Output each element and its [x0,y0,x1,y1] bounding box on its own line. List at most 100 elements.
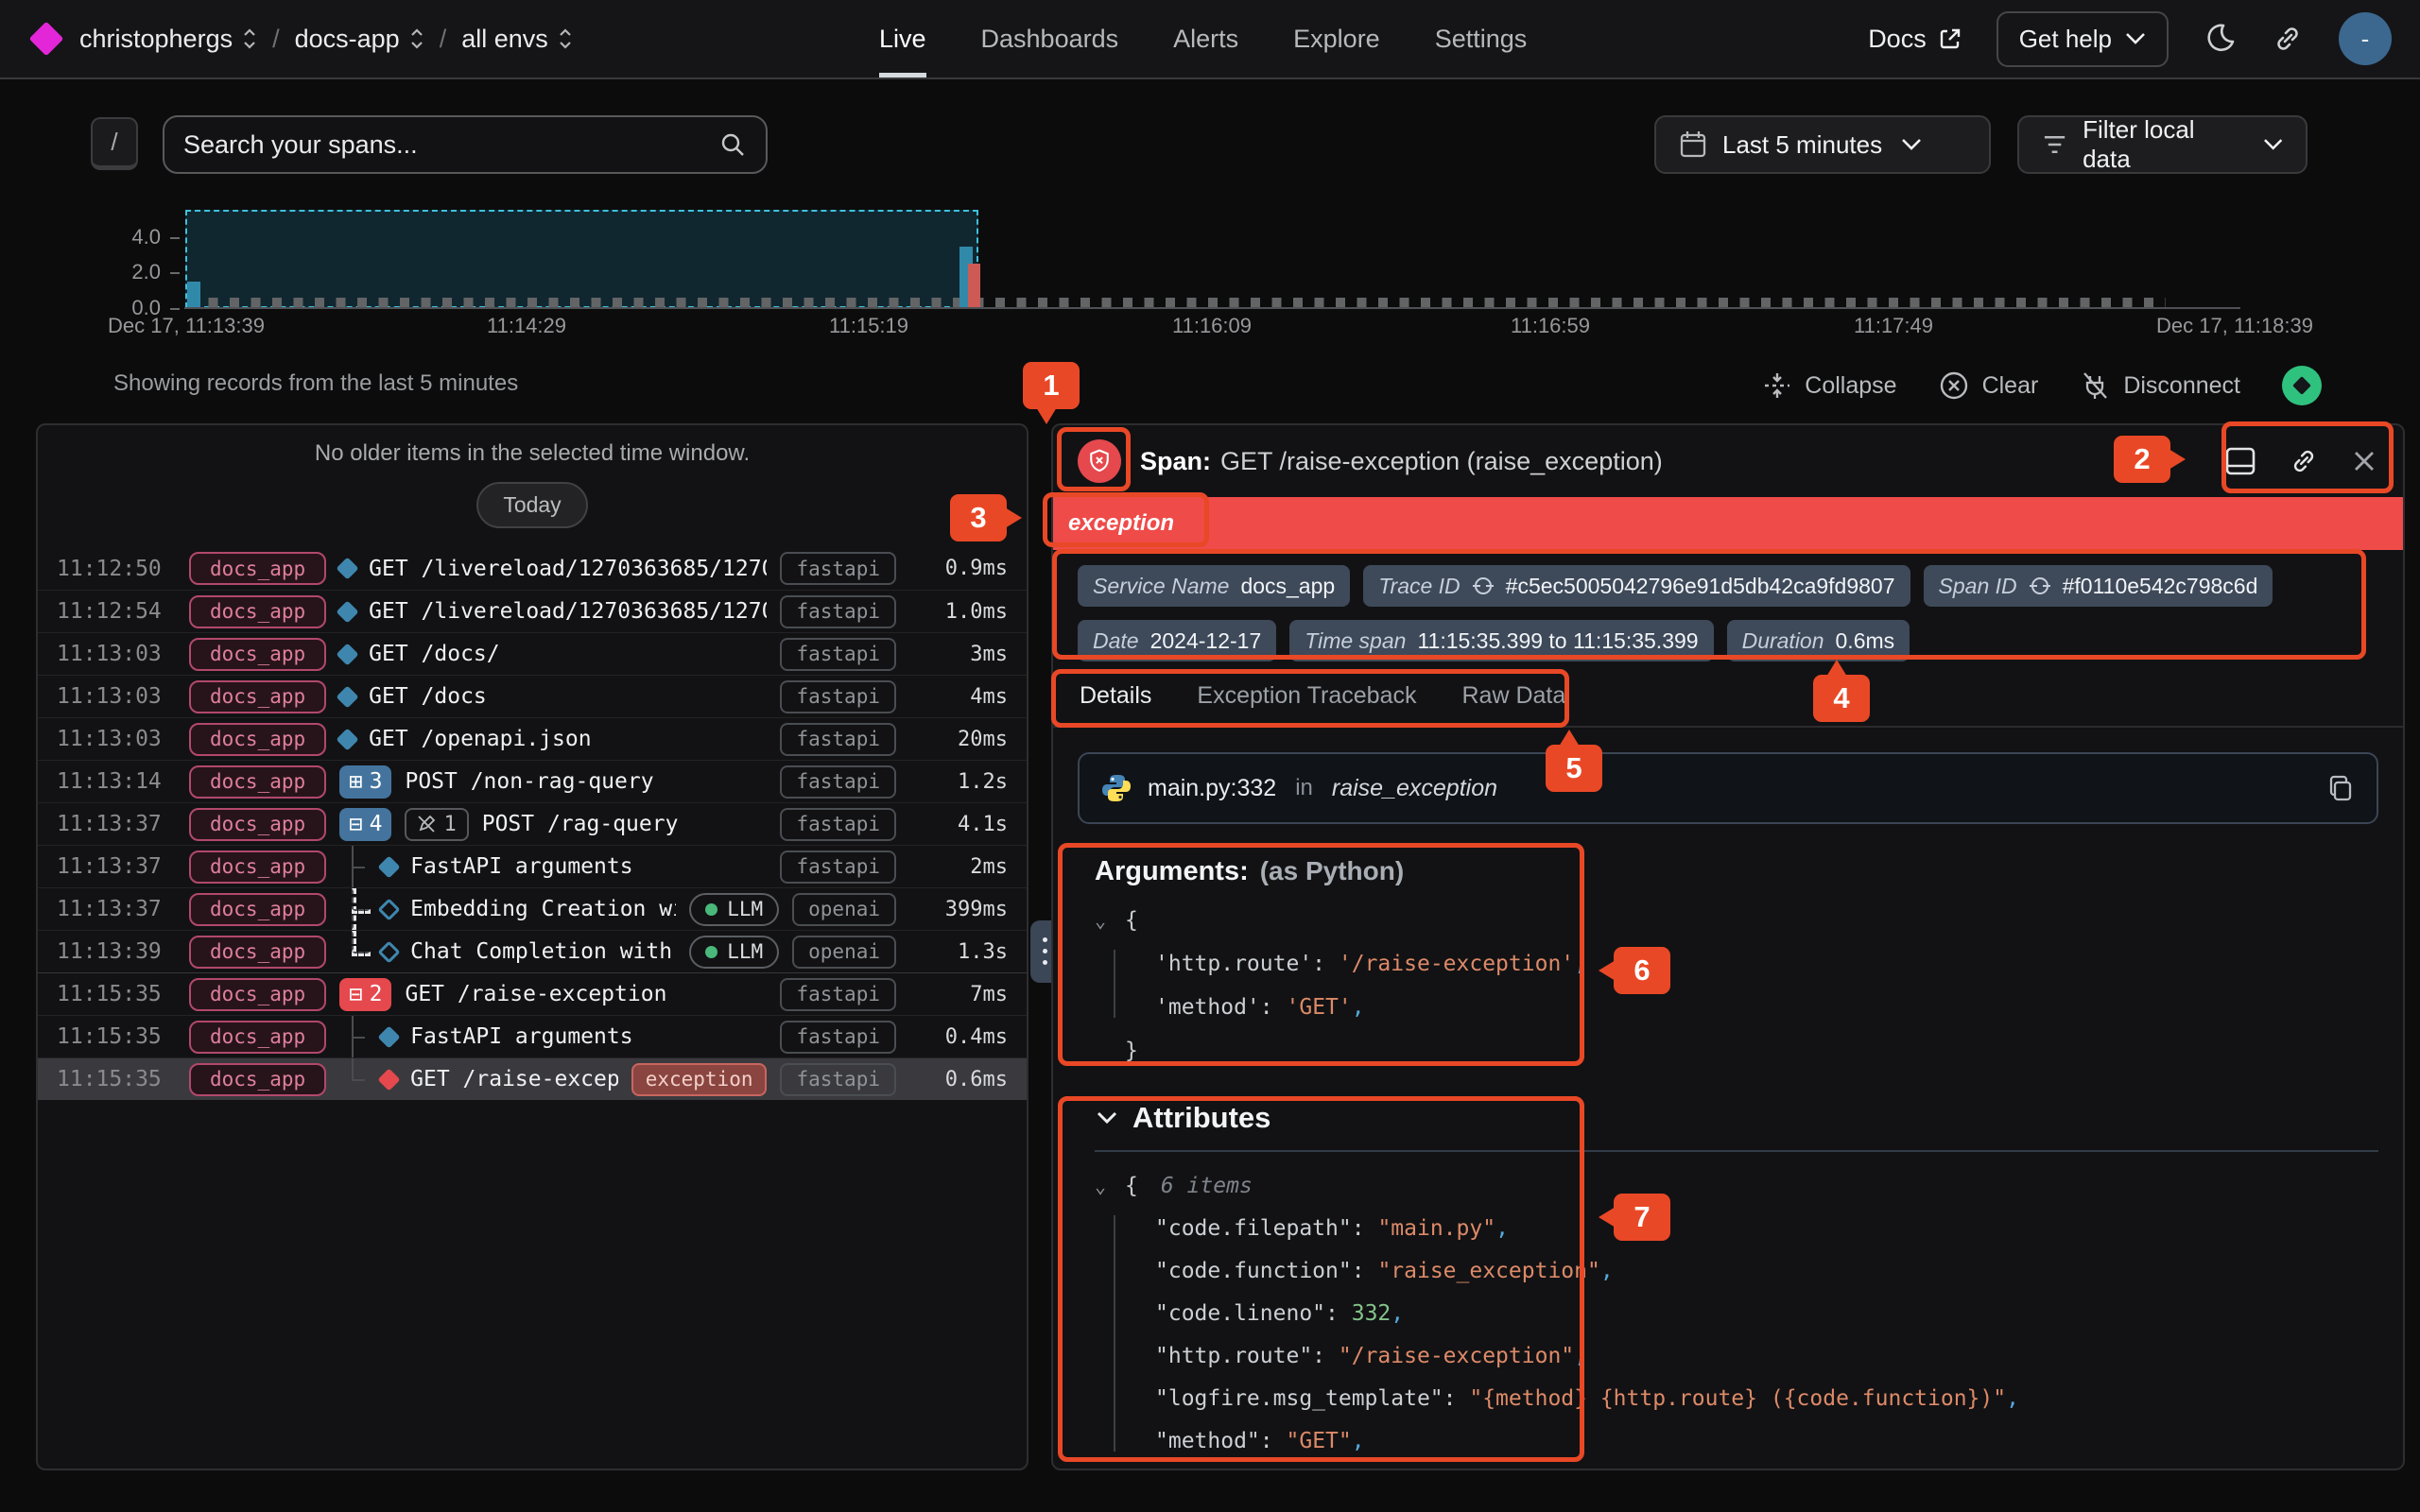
box-plus-icon: ⊞ [349,770,362,793]
box-minus-icon: ⊟ [349,983,362,1005]
child-count: 4 [370,812,383,836]
code-line: "method": "GET", [1155,1420,2403,1463]
table-row[interactable]: 11:15:35 docs_app ⊟2 GET /raise-exceptio… [38,972,1027,1015]
tree-connector [339,931,368,972]
tab-exception-traceback[interactable]: Exception Traceback [1195,677,1418,728]
search-input[interactable] [183,130,718,160]
live-status-button[interactable] [2282,366,2322,405]
dock-panel-button[interactable] [2223,444,2257,478]
service-badge[interactable]: docs_app [189,765,326,799]
time-range-button[interactable]: Last 5 minutes [1654,115,1991,174]
org-name: christophergs [79,25,233,54]
table-row[interactable]: 11:13:37 docs_app Embedding Creation wit… [38,887,1027,930]
row-time: 11:13:37 [57,854,176,879]
link-icon [2271,22,2305,56]
clear-button[interactable]: Clear [1939,370,2039,401]
collapse-button[interactable]: Collapse [1763,371,1896,400]
row-time: 11:15:35 [57,1024,176,1049]
span-name: POST /non-rag-query [405,769,767,794]
row-time: 11:15:35 [57,1067,176,1091]
llm-label: LLM [727,940,763,963]
service-badge[interactable]: docs_app [189,1021,326,1054]
service-badge[interactable]: docs_app [189,850,326,884]
env-selector[interactable]: all envs [461,25,573,54]
collapse-caret-icon[interactable]: ⌄ [1095,1165,1115,1208]
collapse-caret-icon[interactable]: ⌄ [1095,899,1115,942]
provider-badge: openai [792,893,896,926]
table-row[interactable]: 11:13:03 docs_app GET /docs fastapi 4ms [38,675,1027,717]
arguments-heading-suffix: (as Python) [1260,856,1404,886]
chevron-down-icon [2125,32,2146,45]
logfire-logo-icon[interactable] [29,22,64,57]
table-row[interactable]: 11:12:50 docs_app GET /livereload/127036… [38,547,1027,590]
table-row[interactable]: 11:13:37 docs_app ⊟4 1 POST /rag-query f… [38,802,1027,845]
span-duration: 0.6ms [909,1068,1008,1091]
service-badge[interactable]: docs_app [189,595,326,628]
expand-children-button[interactable]: ⊞3 [339,765,391,799]
service-badge[interactable]: docs_app [189,638,326,671]
close-panel-button[interactable] [2350,447,2378,475]
exception-badge: exception [631,1063,768,1096]
tab-raw-data[interactable]: Raw Data [1461,677,1568,728]
x-tick-label: 11:14:29 [487,314,566,338]
disconnect-button[interactable]: Disconnect [2080,370,2240,401]
tag-value: 2024-12-17 [1150,628,1262,654]
theme-toggle-button[interactable] [2203,22,2237,56]
tab-explore[interactable]: Explore [1293,0,1380,77]
org-selector[interactable]: christophergs [79,25,257,54]
table-row[interactable]: 11:13:39 docs_app Chat Completion with '… [38,930,1027,972]
trace-id-tag[interactable]: Trace ID #c5ec5005042796e91d5db42ca9fd98… [1363,565,1910,607]
table-row-selected[interactable]: 11:15:35 docs_app GET /raise-exception …… [38,1057,1027,1100]
sort-chevrons-icon [242,26,257,51]
clear-circle-x-icon [1939,370,1969,401]
table-row[interactable]: 11:13:14 docs_app ⊞3 POST /non-rag-query… [38,760,1027,802]
project-selector[interactable]: docs-app [295,25,424,54]
table-row[interactable]: 11:15:35 docs_app FastAPI arguments fast… [38,1015,1027,1057]
service-badge[interactable]: docs_app [189,552,326,585]
service-badge[interactable]: docs_app [189,808,326,841]
copy-link-button[interactable] [2288,445,2320,477]
span-duration: 4.1s [909,813,1008,836]
service-badge[interactable]: docs_app [189,1063,326,1096]
collapse-children-button[interactable]: ⊟2 [339,978,391,1011]
env-name: all envs [461,25,548,54]
framework-badge: fastapi [780,680,896,713]
table-row[interactable]: 11:13:37 docs_app FastAPI arguments fast… [38,845,1027,887]
tab-alerts[interactable]: Alerts [1173,0,1238,77]
table-row[interactable]: 11:13:03 docs_app GET /docs/ fastapi 3ms [38,632,1027,675]
span-duration: 1.3s [909,940,1008,964]
span-diamond-icon [337,557,359,579]
attributes-header[interactable]: Attributes [1095,1101,2403,1135]
share-link-button[interactable] [2271,22,2305,56]
tab-settings[interactable]: Settings [1435,0,1528,77]
filter-button[interactable]: Filter local data [2017,115,2308,174]
service-badge[interactable]: docs_app [189,680,326,713]
service-badge[interactable]: docs_app [189,723,326,756]
copy-source-button[interactable] [2325,773,2356,803]
span-id-tag[interactable]: Span ID #f0110e542c798c6d [1924,565,2273,607]
x-tick-label: Dec 17, 11:18:39 [2156,314,2313,338]
arguments-section: Arguments: (as Python) ⌄ { 'http.route':… [1095,856,2403,1073]
time-range-label: Last 5 minutes [1722,130,1882,160]
code-line: 'method': 'GET', [1155,986,2403,1029]
service-badge[interactable]: docs_app [189,936,326,969]
get-help-button[interactable]: Get help [1996,11,2169,67]
avatar[interactable]: - [2339,12,2392,65]
docs-link[interactable]: Docs [1868,25,1962,54]
span-title: Span:GET /raise-exception (raise_excepti… [1140,447,1663,476]
code-line: "http.route": "/raise-exception", [1155,1335,2403,1378]
child-count: 3 [370,769,383,794]
collapse-children-button[interactable]: ⊟4 [339,808,391,841]
x-tick-label: 11:16:09 [1172,314,1252,338]
framework-badge: fastapi [780,1021,896,1054]
service-badge[interactable]: docs_app [189,978,326,1011]
time-selection-region[interactable] [185,210,978,308]
tab-dashboards[interactable]: Dashboards [981,0,1119,77]
table-row[interactable]: 11:12:54 docs_app GET /livereload/127036… [38,590,1027,632]
disconnect-plug-icon [2080,370,2110,401]
service-badge[interactable]: docs_app [189,893,326,926]
today-pill[interactable]: Today [476,482,587,528]
table-row[interactable]: 11:13:03 docs_app GET /openapi.json fast… [38,717,1027,760]
tab-details[interactable]: Details [1078,677,1153,728]
tab-live[interactable]: Live [879,0,926,77]
